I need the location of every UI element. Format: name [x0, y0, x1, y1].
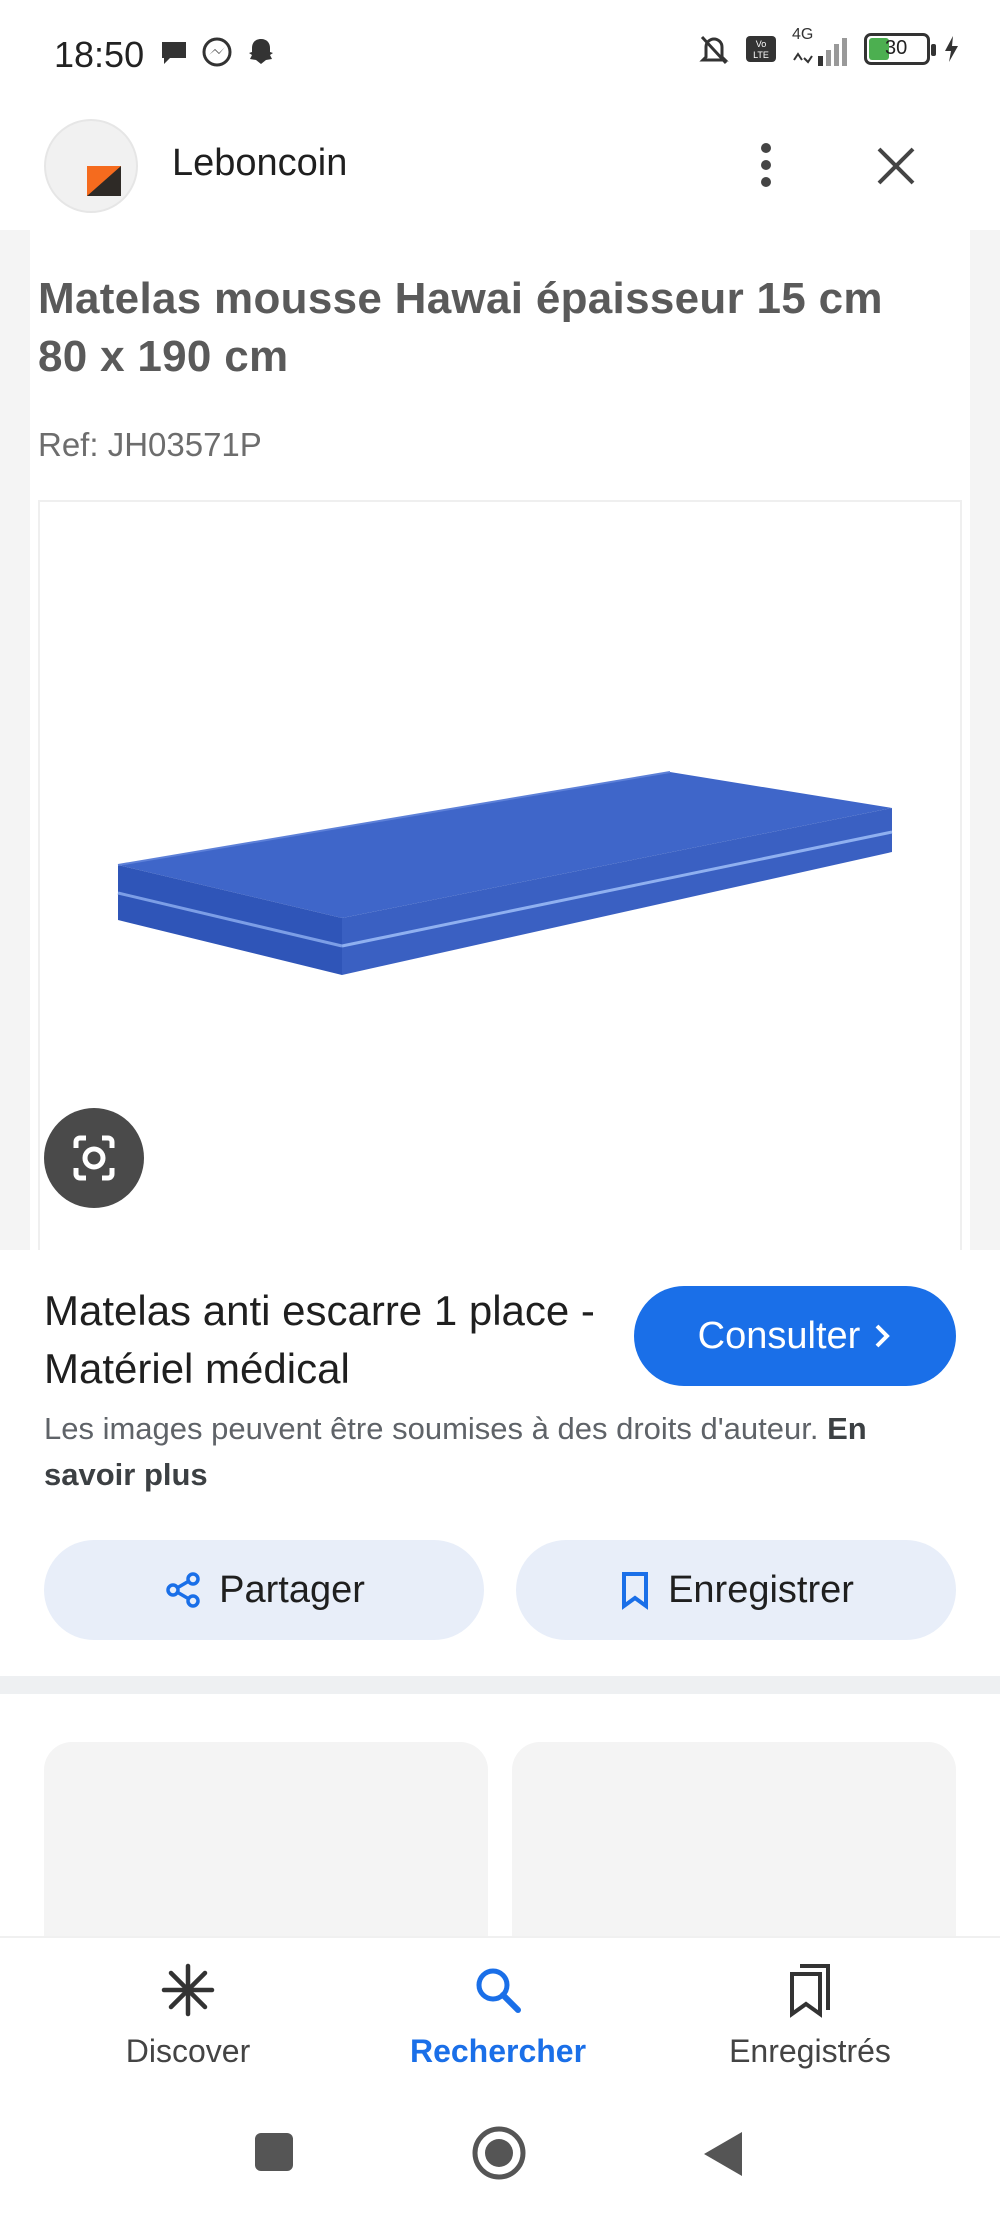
more-options-button[interactable] [744, 135, 788, 195]
messenger-icon [202, 37, 232, 67]
share-label: Partager [219, 1568, 365, 1611]
volte-icon: VoLTE [746, 36, 776, 62]
status-bar: 18:50 Vo LTE 4G 30 [0, 0, 1000, 110]
nav-saved-label: Enregistrés [729, 2033, 891, 2069]
lens-search-button[interactable] [44, 1108, 144, 1208]
section-divider [0, 1676, 1000, 1694]
bookmarks-icon [790, 1964, 830, 2018]
home-icon[interactable] [470, 2124, 528, 2182]
notification-icons [158, 36, 278, 70]
image-product-title: Matelas mousse Hawai épaisseur 15 cm 80 … [38, 274, 883, 381]
consult-button[interactable]: Consulter [634, 1286, 956, 1386]
signal-icon: 4G [790, 26, 852, 68]
related-card[interactable] [44, 1742, 488, 1942]
svg-text:Vo: Vo [756, 39, 767, 49]
mattress-image [117, 771, 893, 975]
snapchat-icon [249, 39, 273, 64]
system-status-icons: Vo LTE 4G 30 [696, 26, 960, 68]
related-card[interactable] [512, 1742, 956, 1942]
save-label: Enregistrer [668, 1568, 854, 1611]
site-favicon[interactable] [44, 119, 138, 213]
nav-discover[interactable]: Discover [58, 1960, 318, 2070]
copyright-notice: Les images peuvent être soumises à des d… [44, 1406, 944, 1498]
site-name[interactable]: Leboncoin [172, 142, 347, 185]
bell-muted-icon [699, 35, 729, 65]
search-icon [476, 1968, 521, 2013]
result-title[interactable]: Matelas anti escarre 1 place - Matériel … [44, 1282, 604, 1398]
back-icon[interactable] [702, 2130, 744, 2178]
copyright-text: Les images peuvent être soumises à des d… [44, 1411, 819, 1446]
lens-icon [73, 1135, 115, 1181]
close-icon[interactable] [873, 143, 919, 189]
asterisk-icon [161, 1963, 215, 2017]
share-button[interactable]: Partager [44, 1540, 484, 1640]
network-type: 4G [792, 26, 814, 43]
battery-level: 30 [885, 37, 908, 59]
bottom-navigation: Discover Rechercher Enregistrés [0, 1936, 1000, 2086]
recents-icon[interactable] [252, 2130, 296, 2174]
bookmark-icon [622, 1572, 649, 1610]
svg-text:LTE: LTE [753, 50, 769, 60]
nav-discover-label: Discover [125, 2033, 251, 2069]
product-image[interactable]: Matelas mousse Hawai épaisseur 15 cm 80 … [0, 230, 1000, 1250]
nav-search-label: Rechercher [409, 2033, 587, 2069]
consult-label: Consulter [697, 1314, 861, 1357]
nav-search[interactable]: Rechercher [368, 1960, 628, 2070]
charging-icon [945, 36, 958, 62]
system-navigation [0, 2086, 1000, 2222]
image-product-ref: Ref: JH03571P [38, 426, 262, 463]
battery-icon: 30 [864, 33, 936, 65]
status-time: 18:50 [54, 34, 145, 75]
chat-bubble-icon [162, 42, 186, 64]
chevron-right-icon [875, 1324, 891, 1348]
share-icon [166, 1572, 200, 1608]
save-button[interactable]: Enregistrer [516, 1540, 956, 1640]
nav-saved[interactable]: Enregistrés [680, 1960, 940, 2070]
viewer-header: Leboncoin [0, 115, 1000, 220]
